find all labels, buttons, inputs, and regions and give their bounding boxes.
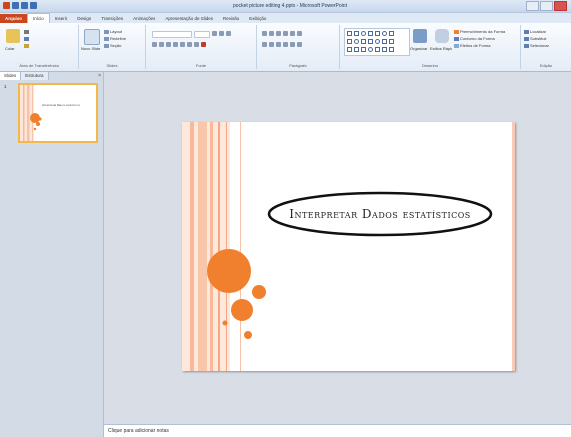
arrange-button[interactable]: Organizar [410,46,428,51]
slide-title[interactable]: Interpretar Dados estatísticos [266,191,494,237]
tab-insert[interactable]: Inserir [50,14,73,23]
quick-styles-button[interactable]: Estilos Rápidos [430,46,452,51]
window-title: pocket picture editing 4.pptx - Microsof… [233,3,347,9]
font-group-label: Fonte [195,63,207,68]
clipboard-group-label: Área de Transferência [19,63,59,68]
slides-group: Novo Slide Layout Redefinir Seção Slides [79,25,146,69]
minimize-button[interactable] [526,1,539,11]
powerpoint-window: pocket picture editing 4.pptx - Microsof… [0,0,571,437]
tab-transitions[interactable]: Transições [96,14,128,23]
reset-button[interactable]: Redefinir [104,36,126,41]
slide[interactable]: Interpretar Dados estatísticos [182,122,515,371]
quick-access-toolbar [3,2,37,9]
window-controls [526,1,567,11]
format-painter-icon[interactable] [24,43,30,48]
redo-icon[interactable] [30,2,37,9]
powerpoint-logo-icon[interactable] [3,2,10,9]
paragraph-group-label: Parágrafo [289,63,307,68]
new-slide-button[interactable]: Novo Slide [81,46,100,51]
ribbon: Colar Área de Transferência Novo Slide L… [0,23,571,72]
paste-icon[interactable] [6,29,20,43]
slide-right-edge [512,122,515,371]
slides-group-label: Slides [106,63,118,68]
tab-file[interactable]: Arquivo [0,14,28,23]
new-slide-icon[interactable] [84,29,100,45]
editing-group: Localizar Substituir Selecionar Edição [521,25,571,69]
tab-slideshow[interactable]: Apresentação de Slides [160,14,218,23]
pane-tabs: Slides Estrutura [0,72,103,80]
tab-outline[interactable]: Estrutura [21,72,49,80]
clipboard-group: Colar Área de Transferência [0,25,79,69]
quick-styles-icon[interactable] [435,29,449,43]
font-group: Fonte [146,25,257,69]
tab-home[interactable]: Início [27,13,50,23]
tab-design[interactable]: Design [72,14,96,23]
editing-group-label: Edição [539,63,553,68]
undo-icon[interactable] [21,2,28,9]
slide-thumbnail[interactable]: Interpretar Dados estatísticos [18,83,98,143]
title-bar: pocket picture editing 4.pptx - Microsof… [0,0,571,13]
notes-placeholder[interactable]: Clique para adicionar notas [108,428,169,434]
tab-review[interactable]: Revisão [218,14,244,23]
slides-pane: Slides Estrutura × 1 Interpretar Dados e… [0,72,104,437]
align-buttons[interactable] [262,42,302,47]
shape-outline-button[interactable]: Contorno da Forma [454,36,495,41]
tab-animations[interactable]: Animações [128,14,160,23]
slide-number: 1 [4,84,7,89]
drawing-group-label: Desenho [421,63,438,68]
close-button[interactable] [554,1,567,11]
shape-fill-button[interactable]: Preenchimento da Forma [454,29,505,34]
font-name-box[interactable] [152,31,231,38]
replace-button[interactable]: Substituir [524,36,547,41]
thumbnail-graphic [20,85,42,141]
maximize-button[interactable] [540,1,553,11]
shapes-gallery[interactable] [344,28,410,56]
close-icon[interactable]: × [98,73,101,79]
decorative-circles [207,249,266,339]
arrange-icon[interactable] [413,29,427,43]
copy-icon[interactable] [24,36,30,41]
thumbnail-title: Interpretar Dados estatísticos [42,103,80,107]
drawing-group: Organizar Estilos Rápidos Preenchimento … [340,25,521,69]
save-icon[interactable] [12,2,19,9]
ribbon-tabs: Arquivo Início Inserir Design Transições… [0,13,571,23]
font-format-buttons[interactable] [152,42,206,47]
tab-slides[interactable]: Slides [0,72,22,80]
notes-pane[interactable]: Clique para adicionar notas [104,424,571,437]
paste-button[interactable]: Colar [5,46,15,51]
find-button[interactable]: Localizar [524,29,546,34]
section-button[interactable]: Seção [104,43,121,48]
slide-editing-area: Interpretar Dados estatísticos [104,72,571,424]
select-button[interactable]: Selecionar [524,43,549,48]
paragraph-group: Parágrafo [257,25,340,69]
layout-button[interactable]: Layout [104,29,122,34]
tab-view[interactable]: Exibição [244,14,271,23]
shape-effects-button[interactable]: Efeitos de Forma [454,43,490,48]
list-buttons[interactable] [262,31,302,36]
cut-icon[interactable] [24,29,30,34]
